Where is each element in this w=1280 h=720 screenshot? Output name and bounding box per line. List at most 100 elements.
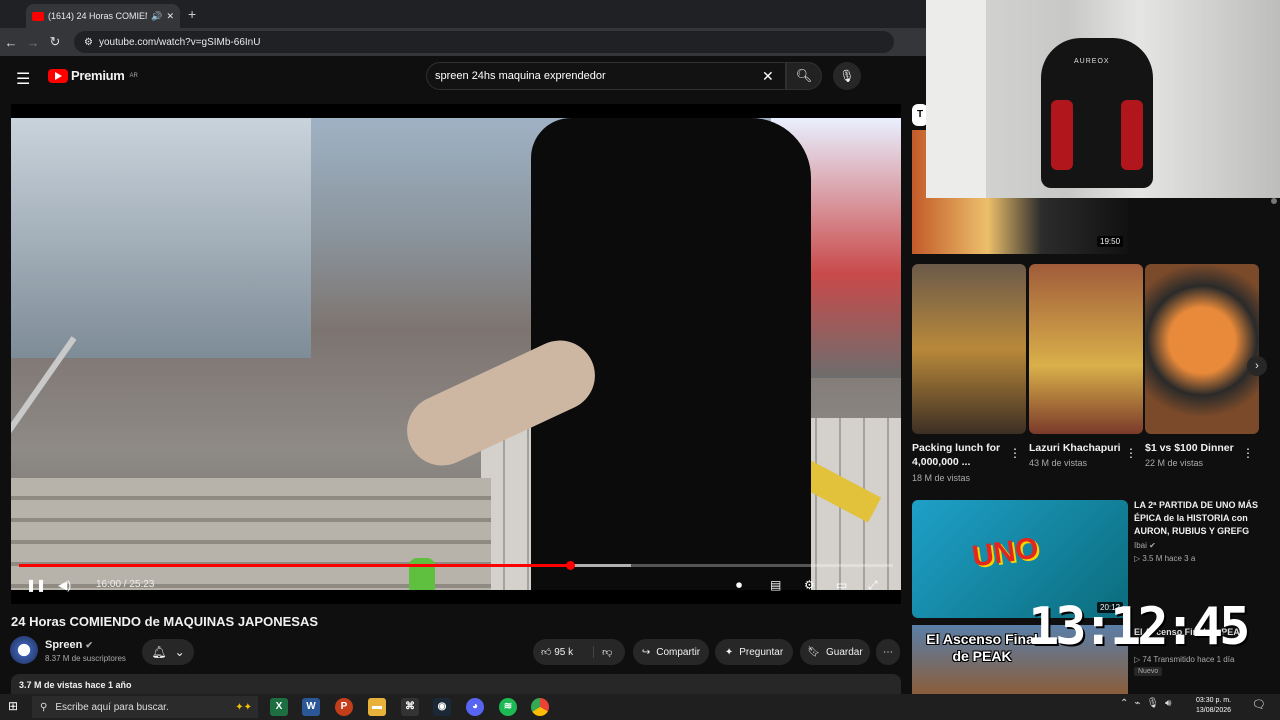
short-views: 43 M de vistas: [1029, 458, 1088, 468]
chrome-icon[interactable]: [531, 698, 549, 716]
powerpoint-icon[interactable]: P: [335, 698, 353, 716]
volume-icon[interactable]: 🔊︎: [1165, 698, 1171, 709]
chevron-down-icon: ⌄: [174, 645, 185, 659]
chair-stripe: [1121, 100, 1143, 170]
word-icon[interactable]: W: [302, 698, 320, 716]
back-icon[interactable]: ←: [0, 35, 22, 50]
chair-stripe: [1051, 100, 1073, 170]
new-badge: Nuevo: [1134, 667, 1163, 676]
street-buildings: [11, 118, 311, 358]
short-thumbnail-3[interactable]: [1145, 264, 1259, 434]
sidebar-scrollbar[interactable]: [1270, 198, 1278, 692]
verified-icon: ✔: [85, 640, 93, 650]
ask-button[interactable]: ✦ Preguntar: [715, 639, 793, 665]
tab-close-icon[interactable]: ✕: [166, 11, 174, 22]
youtube-logo[interactable]: Premium AR: [48, 68, 138, 83]
share-icon: ↪: [641, 646, 651, 658]
speaker-icon[interactable]: 🔊: [151, 11, 162, 22]
short-thumbnail-2[interactable]: [1029, 264, 1143, 434]
played-bar: [19, 564, 570, 567]
scrubber-handle[interactable]: [565, 561, 575, 570]
webcam-overlay: AUREOX: [926, 0, 1280, 198]
like-count: 95 k: [554, 647, 574, 658]
more-vertical-icon[interactable]: ⋮: [1009, 446, 1021, 460]
autoplay-toggle-icon[interactable]: ⏺: [736, 578, 742, 593]
microphone-icon: 🎙︎: [839, 69, 855, 83]
forward-icon[interactable]: →: [22, 35, 44, 50]
recommended-title[interactable]: LA 2ª PARTIDA DE UNO MÁS ÉPICA de la HIS…: [1134, 499, 1264, 538]
volume-icon[interactable]: ◀): [58, 578, 71, 592]
excel-icon[interactable]: X: [270, 698, 288, 716]
reload-icon[interactable]: ↻: [44, 34, 66, 50]
like-dislike-group: 👍︎ 95 k 👎︎: [533, 639, 625, 665]
settings-gear-icon[interactable]: ⚙: [804, 578, 815, 592]
like-button[interactable]: 👍︎ 95 k: [541, 646, 573, 658]
youtube-favicon-icon: [32, 11, 44, 21]
short-views: 18 M de vistas: [912, 473, 971, 483]
dislike-icon[interactable]: 👎︎: [593, 646, 612, 658]
thumbnail-text: El Ascenso Final de PEAK: [926, 631, 1038, 664]
new-tab-button[interactable]: +: [188, 6, 196, 22]
more-vertical-icon[interactable]: ⋮: [1125, 446, 1137, 460]
bookmark-icon: 🔖︎: [807, 646, 820, 658]
more-actions-button[interactable]: ⋯: [876, 639, 900, 665]
scroll-up-icon[interactable]: [1271, 198, 1277, 204]
wall-panel: [926, 0, 986, 198]
system-tray[interactable]: ⌃ ⌁ 🎙︎ 🔊︎: [1120, 698, 1171, 709]
url-field[interactable]: ⚙ youtube.com/watch?v=gSIMb-66InU: [74, 31, 894, 53]
logo-text: Premium: [71, 68, 125, 83]
verified-icon: ✔: [1149, 541, 1156, 550]
discord-icon[interactable]: ◕: [466, 698, 484, 716]
recommended-channel[interactable]: Ibai ✔: [1134, 541, 1156, 550]
taskbar-time: 03:30 p. m.: [1196, 697, 1232, 704]
short-title[interactable]: $1 vs $100 Dinner: [1145, 441, 1255, 455]
channel-avatar[interactable]: [10, 636, 38, 664]
chevron-right-icon: ›: [1255, 360, 1259, 372]
more-horizontal-icon: ⋯: [883, 646, 893, 658]
app-icon[interactable]: ⌘: [401, 698, 419, 716]
video-frame[interactable]: [11, 118, 901, 590]
steam-icon[interactable]: ◉: [433, 698, 451, 716]
subtitles-icon[interactable]: ▤: [770, 578, 781, 592]
pause-icon[interactable]: ❚❚: [26, 578, 46, 592]
clear-search-icon[interactable]: ✕: [762, 68, 774, 85]
search-button[interactable]: 🔍︎: [786, 62, 822, 90]
video-title: 24 Horas COMIENDO de MAQUINAS JAPONESAS: [11, 614, 319, 629]
shorts-next-button[interactable]: ›: [1247, 356, 1267, 376]
windows-start-icon[interactable]: ⊞: [8, 699, 18, 713]
search-icon: 🔍︎: [795, 68, 813, 83]
taskbar-search[interactable]: ⚲ Escribe aquí para buscar. ✦✦: [32, 696, 258, 718]
short-views: 22 M de vistas: [1145, 458, 1204, 468]
voice-search-button[interactable]: 🎙︎: [833, 62, 861, 90]
notification-icon[interactable]: 🗨︎: [1252, 698, 1266, 711]
channel-text: Ibai: [1134, 541, 1147, 550]
fullscreen-icon[interactable]: ⤢: [868, 578, 878, 593]
hamburger-menu-icon[interactable]: ☰: [16, 69, 30, 89]
bell-icon: 🔔︎: [151, 645, 167, 659]
address-bar: ← → ↻ ⚙ youtube.com/watch?v=gSIMb-66InU: [0, 28, 926, 56]
url-text: youtube.com/watch?v=gSIMb-66InU: [98, 36, 261, 48]
channel-name[interactable]: Spreen ✔: [45, 639, 93, 651]
description-box[interactable]: 3.7 M de vistas hace 1 año: [11, 674, 901, 696]
notifications-button[interactable]: 🔔︎ ⌄: [142, 639, 194, 665]
play-logo-icon: [48, 68, 68, 83]
sparkle-icon: ✦✦: [235, 701, 252, 713]
short-title[interactable]: Packing lunch for 4,000,000 ...: [912, 441, 1004, 469]
share-button[interactable]: ↪ Compartir: [633, 639, 709, 665]
network-icon[interactable]: ⌁: [1134, 698, 1140, 709]
microphone-icon[interactable]: 🎙︎: [1146, 698, 1159, 709]
taskbar-clock[interactable]: 03:30 p. m. 13/08/2026: [1196, 696, 1231, 716]
save-button[interactable]: 🔖︎ Guardar: [800, 639, 870, 665]
chair-brand: AUREOX: [1074, 58, 1110, 65]
chevron-up-icon[interactable]: ⌃: [1120, 698, 1128, 709]
browser-tab[interactable]: (1614) 24 Horas COMIENDO de MAQUINAS JAP…: [26, 4, 180, 28]
search-input[interactable]: spreen 24hs maquina exprendedor: [426, 62, 786, 90]
file-explorer-icon[interactable]: ▬: [368, 698, 386, 716]
short-title[interactable]: Lazuri Khachapuri: [1029, 441, 1121, 455]
taskbar-search-placeholder: Escribe aquí para buscar.: [55, 701, 169, 713]
more-vertical-icon[interactable]: ⋮: [1242, 446, 1254, 460]
site-info-icon[interactable]: ⚙: [84, 37, 93, 48]
spotify-icon[interactable]: ≋: [499, 698, 517, 716]
short-thumbnail-1[interactable]: [912, 264, 1026, 434]
theater-mode-icon[interactable]: ▭: [836, 578, 847, 592]
